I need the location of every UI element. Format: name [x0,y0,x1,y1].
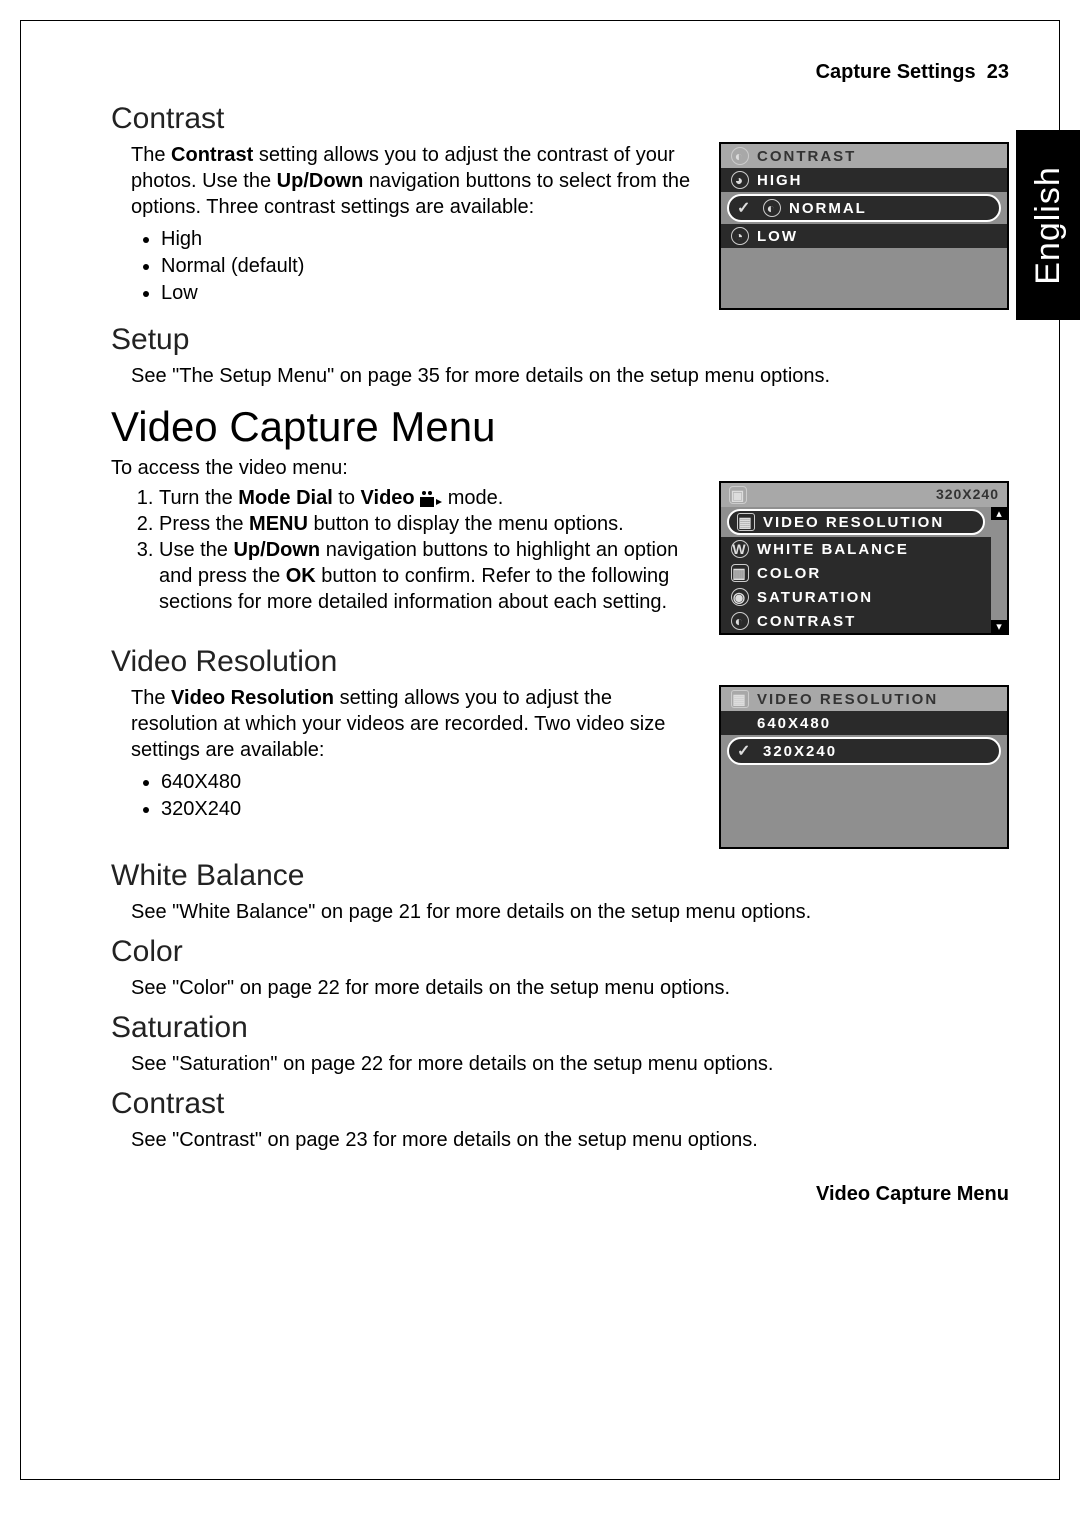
resolution-icon: ▦ [731,690,749,708]
header-section: Capture Settings [816,61,976,83]
lcd-item-selected: ▦ VIDEO RESOLUTION [727,509,985,535]
list-item: Turn the Mode Dial to Video mode. [159,485,699,511]
list-item: Press the MENU button to display the men… [159,511,699,537]
list-item: High [161,226,699,253]
saturation-icon: ◉ [731,588,749,606]
lcd-item: ◔ LOW [721,224,1007,248]
setup-heading: Setup [111,323,1009,357]
video-menu-intro: To access the video menu: [111,455,1009,481]
lcd-item: ▥ COLOR [721,561,991,585]
lcd-corner-value: 320X240 [936,486,999,504]
color-heading: Color [111,935,1009,969]
contrast-lcd-panel: ◐ CONTRAST ◕ HIGH ✓ ◐ NORMAL ◔ LOW [719,142,1009,310]
down-arrow-icon: ▾ [991,620,1007,633]
lcd-status-bar: ▣ 320X240 [721,483,1007,507]
contrast-options-list: High Normal (default) Low [161,226,699,307]
up-arrow-icon: ▴ [991,507,1007,520]
lcd-item: ◕ HIGH [721,168,1007,192]
video-resolution-heading: Video Resolution [111,645,1009,679]
resolution-icon: ▦ [737,513,755,531]
wb-icon: W [731,540,749,558]
lcd-item: ◐ CONTRAST [721,609,991,633]
page-footer: Video Capture Menu [111,1183,1009,1206]
lcd-item-selected: ✓ ◐ NORMAL [727,194,1001,222]
color-icon: ▥ [731,564,749,582]
lcd-item: ◉ SATURATION [721,585,991,609]
contrast2-text: See "Contrast" on page 23 for more detai… [131,1127,1009,1153]
video-menu-steps: Turn the Mode Dial to Video mode. Press … [159,485,699,615]
page-header: Capture Settings 23 [111,61,1009,84]
list-item: 320X240 [161,796,699,823]
page-frame: Capture Settings 23 Contrast The Contras… [20,20,1060,1480]
list-item: Use the Up/Down navigation buttons to hi… [159,537,699,615]
lcd-title-row: ◐ CONTRAST [721,144,1007,168]
normal-icon: ◐ [763,199,781,217]
lcd-title: VIDEO RESOLUTION [757,691,938,708]
header-page-number: 23 [987,61,1009,83]
video-resolution-options: 640X480 320X240 [161,769,699,823]
check-icon: ✓ [737,198,755,218]
high-icon: ◕ [731,171,749,189]
contrast-intro: The Contrast setting allows you to adjus… [131,142,699,220]
video-menu-lcd-panel: ▣ 320X240 ▦ VIDEO RESOLUTION W WHITE BAL… [719,481,1009,635]
setup-text: See "The Setup Menu" on page 35 for more… [131,363,1009,389]
white-balance-heading: White Balance [111,859,1009,893]
lcd-title-row: ▦ VIDEO RESOLUTION [721,687,1007,711]
list-item: 640X480 [161,769,699,796]
video-resolution-lcd-panel: ▦ VIDEO RESOLUTION 640X480 ✓ 320X240 [719,685,1009,849]
saturation-text: See "Saturation" on page 22 for more det… [131,1051,1009,1077]
contrast-icon: ◐ [731,147,749,165]
white-balance-text: See "White Balance" on page 21 for more … [131,899,1009,925]
video-mode-icon [420,491,442,507]
contrast-heading: Contrast [111,102,1009,136]
contrast-icon: ◐ [731,612,749,630]
check-icon: ✓ [737,741,755,761]
video-capture-menu-heading: Video Capture Menu [111,403,1009,451]
list-item: Normal (default) [161,253,699,280]
saturation-heading: Saturation [111,1011,1009,1045]
lcd-item: 640X480 [721,711,1007,735]
camera-icon: ▣ [729,486,747,504]
list-item: Low [161,280,699,307]
contrast2-heading: Contrast [111,1087,1009,1121]
video-resolution-intro: The Video Resolution setting allows you … [131,685,699,763]
low-icon: ◔ [731,227,749,245]
color-text: See "Color" on page 22 for more details … [131,975,1009,1001]
lcd-item: W WHITE BALANCE [721,537,991,561]
lcd-item-selected: ✓ 320X240 [727,737,1001,765]
lcd-title: CONTRAST [757,148,856,165]
